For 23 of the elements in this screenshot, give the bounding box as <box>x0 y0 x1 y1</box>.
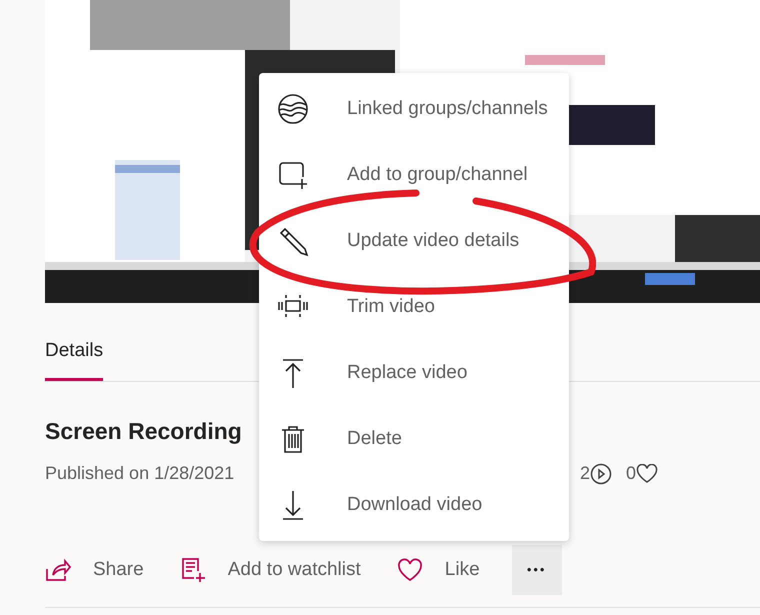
heart-icon <box>636 464 658 484</box>
menu-item[interactable]: Linked groups/channels <box>259 76 569 142</box>
details-tab[interactable]: Details <box>45 337 104 380</box>
like-button[interactable]: Like <box>396 556 480 584</box>
menu-item[interactable]: Delete <box>259 406 569 472</box>
stat-count: 2 <box>580 462 590 485</box>
menu-item[interactable]: Update video details <box>259 208 569 274</box>
watchlist-button[interactable]: Add to watchlist <box>180 556 361 584</box>
more-button[interactable]: ••• <box>512 545 562 595</box>
play-circle-icon <box>590 462 612 484</box>
heart-icon <box>396 557 423 583</box>
published-date: Published on 1/28/2021 <box>45 462 234 485</box>
menu-item[interactable]: Replace video <box>259 340 569 406</box>
menu-item[interactable]: Trim video <box>259 274 569 340</box>
list-add-icon <box>180 557 206 583</box>
pencil-icon <box>277 225 309 257</box>
menu-item[interactable]: Download video <box>259 472 569 538</box>
share-icon <box>45 557 71 583</box>
stat-count: 0 <box>626 462 636 485</box>
share-button[interactable]: Share <box>45 556 144 584</box>
globe-waves-icon <box>277 93 309 125</box>
video-title: Screen Recording <box>45 416 242 446</box>
menu-item[interactable]: Add to group/channel <box>259 142 569 208</box>
